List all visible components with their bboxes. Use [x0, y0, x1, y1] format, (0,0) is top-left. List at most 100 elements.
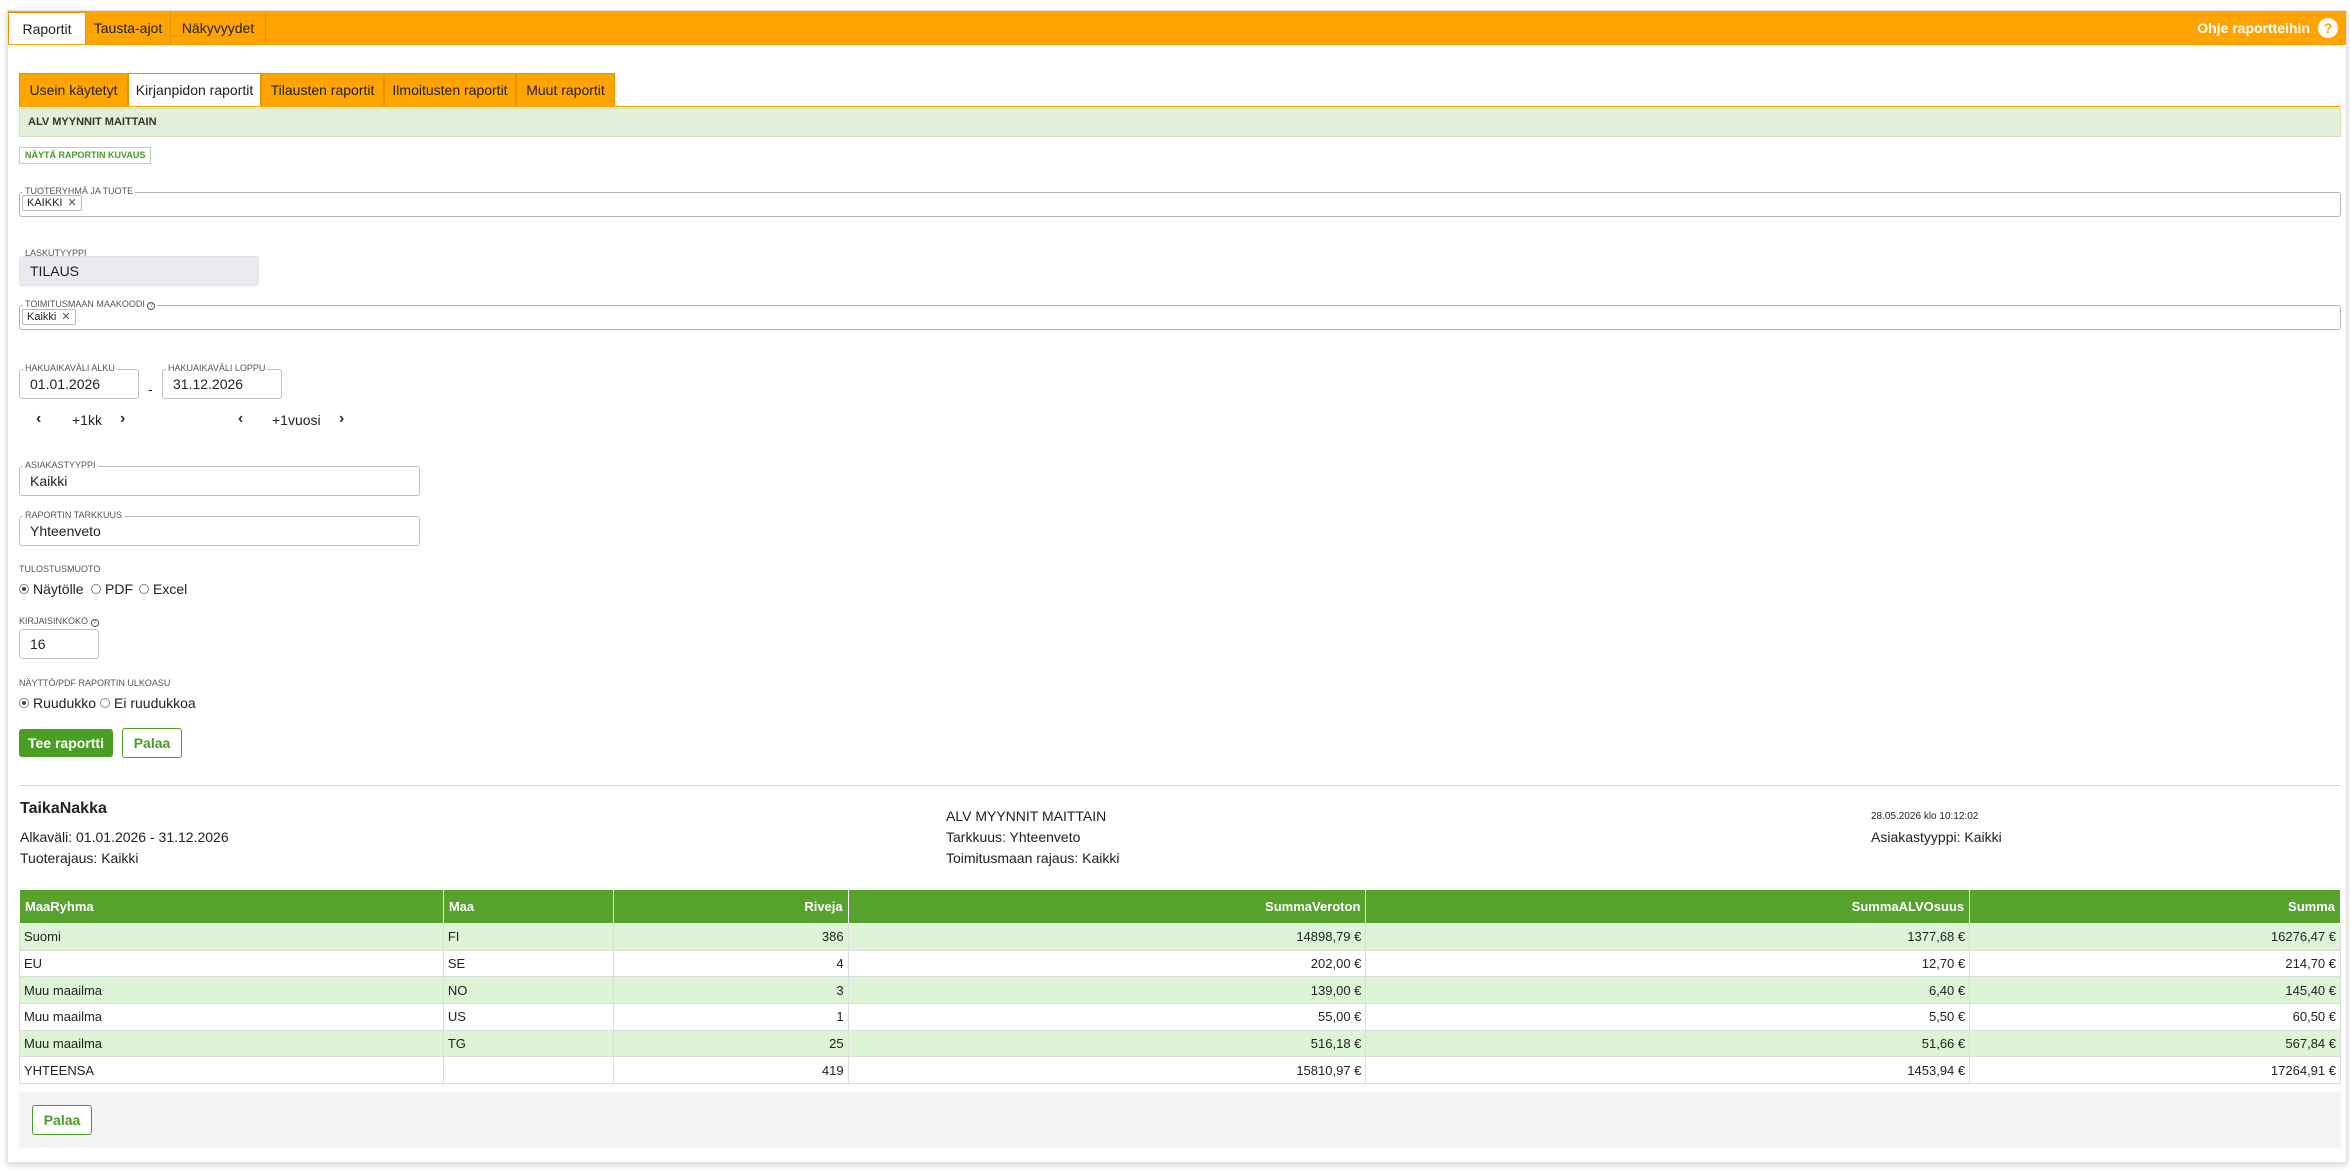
- layout-radio-no-grid[interactable]: Ei ruudukkoa: [100, 695, 196, 711]
- show-description-button[interactable]: NÄYTÄ RAPORTIN KUVAUS: [19, 147, 152, 164]
- country-code-field[interactable]: [19, 305, 2341, 330]
- output-radio-screen[interactable]: Näytölle: [19, 581, 84, 597]
- results-table: MaaRyhma Maa Riveja SummaVeroton SummaAL…: [19, 889, 2341, 1085]
- subtab-kirjanpidon-raportit[interactable]: Kirjanpidon raportit: [128, 73, 261, 106]
- end-date-label: HAKUAIKAVÄLI LOPPU: [166, 363, 268, 373]
- cell-maa: [442, 1056, 614, 1085]
- cell-summaveroton: 202,00 €: [847, 949, 1367, 978]
- radio-label: PDF: [105, 581, 133, 597]
- radio-label: Ei ruudukkoa: [114, 695, 196, 711]
- cell-maa: TG: [442, 1029, 614, 1058]
- help-link[interactable]: Ohje raportteihin: [2197, 11, 2310, 45]
- subtab-ilmoitusten-raportit[interactable]: Ilmoitusten raportit: [384, 73, 516, 106]
- cell-riveja: 386: [612, 923, 849, 951]
- remove-chip-icon[interactable]: ✕: [61, 311, 70, 323]
- header-summaalvosuus[interactable]: SummaALVOsuus: [1365, 889, 1971, 924]
- cell-summaveroton: 15810,97 €: [847, 1056, 1367, 1085]
- font-size-input[interactable]: 16: [19, 629, 99, 659]
- info-icon[interactable]: ?: [147, 302, 156, 310]
- chevron-right-icon[interactable]: ›: [120, 410, 125, 428]
- invoice-type-field: TILAUS: [19, 256, 259, 286]
- company-name: TaikaNakka: [20, 800, 107, 817]
- radio-dot: [19, 698, 29, 708]
- output-radio-excel[interactable]: Excel: [139, 581, 187, 597]
- remove-chip-icon[interactable]: ✕: [67, 197, 76, 209]
- chevron-left-icon[interactable]: ‹: [238, 410, 243, 428]
- start-date-input[interactable]: 01.01.2026: [19, 369, 139, 399]
- radio-label: Näytölle: [33, 581, 84, 597]
- header-maa[interactable]: Maa: [442, 889, 614, 924]
- info-icon[interactable]: ?: [90, 619, 99, 627]
- report-period: Alkaväli: 01.01.2026 - 31.12.2026: [20, 829, 229, 845]
- cell-maa: FI: [442, 923, 614, 951]
- cell-riveja: 1: [612, 1003, 849, 1031]
- cell-summa: 16276,47 €: [1969, 923, 2341, 951]
- subtab-usein-kaytetyt[interactable]: Usein käytetyt: [19, 73, 128, 106]
- back-button[interactable]: Palaa: [122, 728, 182, 758]
- report-category-tabs: Usein käytetyt Kirjanpidon raportit Tila…: [19, 73, 2341, 107]
- cell-summa: 214,70 €: [1969, 949, 2341, 978]
- radio-dot: [139, 584, 149, 594]
- cell-maaryhma: EU: [19, 949, 444, 978]
- cell-summaveroton: 14898,79 €: [847, 923, 1367, 951]
- cell-summaalvosuus: 1377,68 €: [1365, 923, 1971, 951]
- layout-label: NÄYTTÖ/PDF RAPORTIN ULKOASU: [19, 678, 171, 688]
- cell-maa: US: [442, 1003, 614, 1031]
- customer-type-label: ASIAKASTYYPPI: [23, 460, 98, 470]
- country-code-label-text: TOIMITUSMAAN MAAKOODI: [25, 299, 145, 309]
- cell-riveja: 25: [612, 1029, 849, 1058]
- month-step-label: +1kk: [72, 412, 102, 428]
- cell-summaalvosuus: 51,66 €: [1365, 1029, 1971, 1058]
- help-icon[interactable]: ?: [2318, 18, 2338, 38]
- chevron-left-icon[interactable]: ‹: [36, 410, 41, 428]
- cell-summaveroton: 55,00 €: [847, 1003, 1367, 1031]
- cell-summa: 60,50 €: [1969, 1003, 2341, 1031]
- cell-summaalvosuus: 1453,94 €: [1365, 1056, 1971, 1085]
- cell-riveja: 4: [612, 949, 849, 978]
- radio-dot: [19, 584, 29, 594]
- customer-type-select[interactable]: Kaikki: [19, 466, 420, 496]
- cell-summa: 567,84 €: [1969, 1029, 2341, 1058]
- header-summaveroton[interactable]: SummaVeroton: [847, 889, 1367, 924]
- table-row: Suomi FI 386 14898,79 € 1377,68 € 16276,…: [19, 923, 2341, 951]
- cell-summaalvosuus: 12,70 €: [1365, 949, 1971, 978]
- precision-select[interactable]: Yhteenveto: [19, 516, 420, 546]
- layout-radio-grid[interactable]: Ruudukko: [19, 695, 96, 711]
- date-separator: -: [148, 381, 153, 397]
- radio-label: Ruudukko: [33, 695, 97, 711]
- chip-label: KAIKKI: [27, 197, 63, 209]
- top-navigation: Raportit Tausta-ajot Näkyvyydet Ohje rap…: [8, 11, 2346, 45]
- report-title-bar: ALV MYYNNIT MAITTAIN: [19, 108, 2341, 137]
- cell-riveja: 419: [612, 1056, 849, 1085]
- app-frame: Raportit Tausta-ajot Näkyvyydet Ohje rap…: [7, 10, 2347, 1163]
- product-filter: Tuoterajaus: Kaikki: [20, 850, 139, 866]
- subtab-muut-raportit[interactable]: Muut raportit: [516, 73, 615, 106]
- divider: [19, 785, 2341, 786]
- make-report-button[interactable]: Tee raportti: [19, 729, 113, 757]
- radio-label: Excel: [153, 581, 188, 597]
- report-customer-type: Asiakastyyppi: Kaikki: [1871, 829, 2002, 845]
- header-riveja[interactable]: Riveja: [612, 889, 849, 924]
- output-radio-pdf[interactable]: PDF: [91, 581, 133, 597]
- end-date-input[interactable]: 31.12.2026: [162, 369, 282, 399]
- product-group-field[interactable]: [19, 192, 2341, 217]
- header-summa[interactable]: Summa: [1969, 889, 2341, 924]
- tab-nakyvyydet[interactable]: Näkyvyydet: [171, 12, 266, 44]
- cell-maaryhma: Muu maailma: [19, 1029, 444, 1058]
- radio-dot: [100, 698, 110, 708]
- header-maaryhma[interactable]: MaaRyhma: [19, 889, 444, 924]
- subtab-tilausten-raportit[interactable]: Tilausten raportit: [261, 73, 384, 106]
- tab-tausta-ajot[interactable]: Tausta-ajot: [86, 12, 171, 44]
- report-footer: [19, 1092, 2341, 1148]
- chevron-right-icon[interactable]: ›: [339, 410, 344, 428]
- footer-back-button[interactable]: Palaa: [32, 1105, 92, 1135]
- cell-maaryhma: YHTEENSA: [19, 1056, 444, 1085]
- table-row: Muu maailma US 1 55,00 € 5,50 € 60,50 €: [19, 1003, 2341, 1031]
- product-group-chip[interactable]: KAIKKI ✕: [22, 195, 82, 211]
- tab-raportit[interactable]: Raportit: [8, 12, 86, 44]
- cell-maa: SE: [442, 949, 614, 978]
- country-filter: Toimitusmaan rajaus: Kaikki: [946, 850, 1120, 866]
- cell-summaalvosuus: 5,50 €: [1365, 1003, 1971, 1031]
- country-code-chip[interactable]: Kaikki ✕: [22, 309, 76, 325]
- cell-summaalvosuus: 6,40 €: [1365, 976, 1971, 1005]
